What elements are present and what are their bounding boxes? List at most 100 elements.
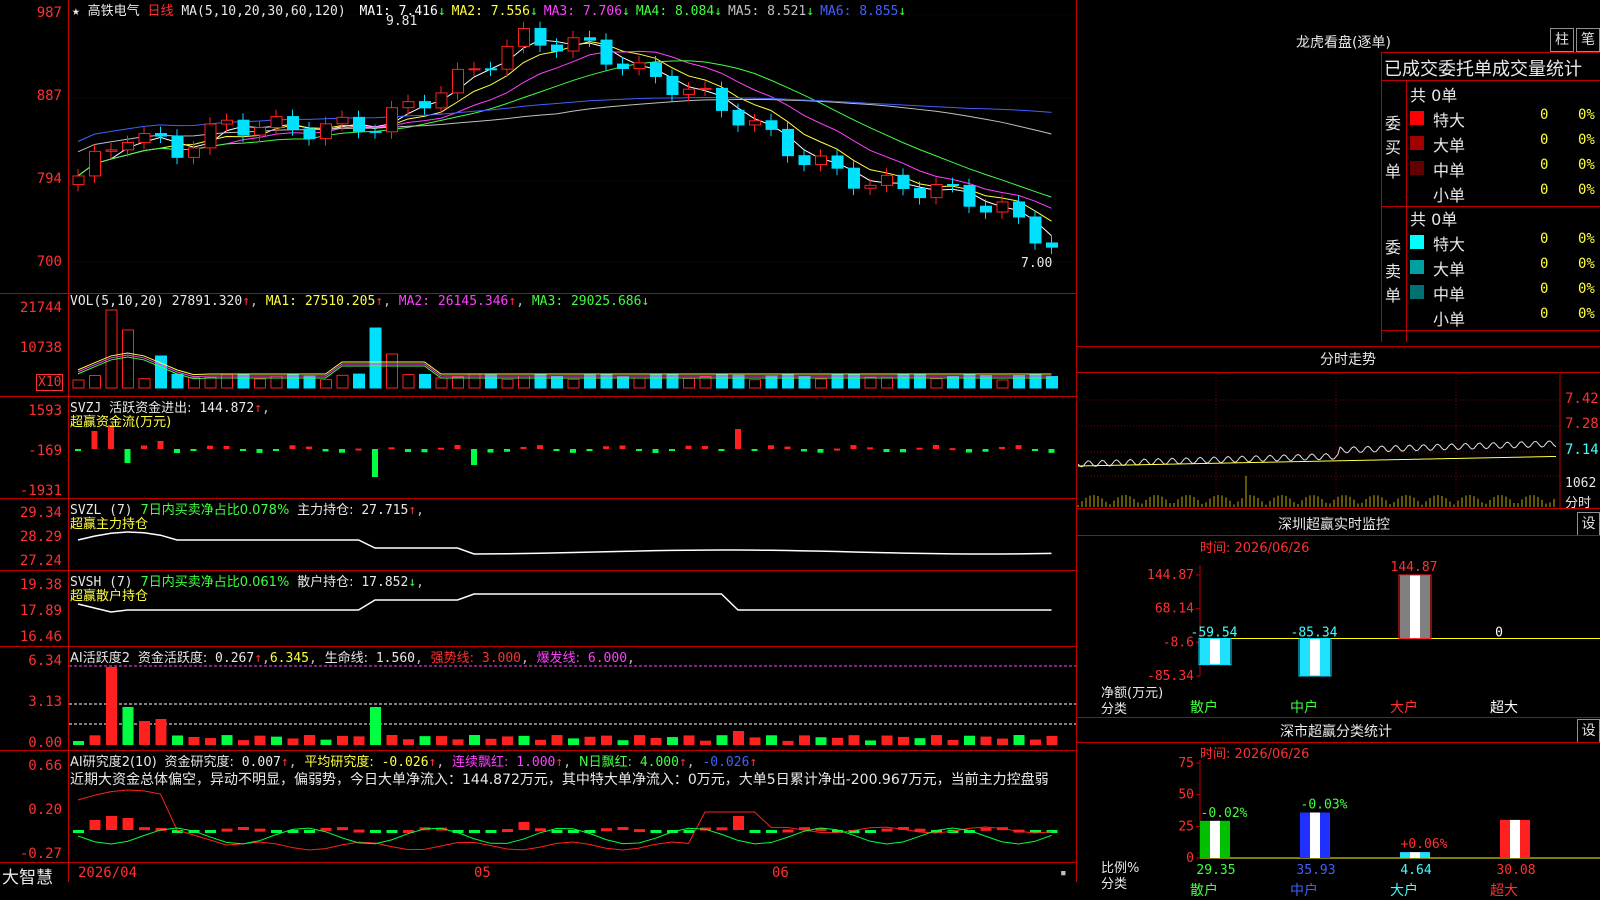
candle[interactable] [831, 149, 844, 176]
candle[interactable] [501, 39, 514, 77]
candle[interactable] [303, 121, 316, 146]
svzj-bar [553, 449, 560, 451]
bar-mode-button[interactable]: 柱 [1550, 28, 1574, 52]
candle[interactable] [650, 55, 662, 84]
candle[interactable] [204, 117, 217, 155]
vol-ma2-label: MA2: [398, 294, 431, 309]
date-label-0: 2026/04 [78, 865, 138, 881]
ma6-arrow-icon: ↓ [898, 4, 907, 19]
candle[interactable] [534, 21, 547, 53]
svzj-bar [438, 447, 444, 450]
ai2-bar [205, 830, 216, 833]
candle[interactable] [237, 113, 250, 142]
volume-bar [369, 327, 382, 389]
svzj-bar [817, 449, 824, 453]
ai1-bar [931, 735, 942, 745]
classify-category-label: 散户 [1190, 882, 1218, 899]
ai1-bar [914, 738, 926, 745]
candle[interactable] [848, 161, 860, 196]
candle[interactable] [1029, 210, 1042, 250]
monitor-bar[interactable] [1298, 638, 1332, 677]
candle[interactable] [930, 177, 943, 205]
monitor-bar[interactable] [1198, 638, 1232, 666]
lock-icon[interactable]: ▪ [1060, 866, 1067, 879]
ai1-bar [650, 737, 662, 745]
ai2-bar [683, 830, 695, 833]
candle[interactable] [155, 126, 167, 144]
volume-bar [996, 379, 1009, 389]
ai2-bar [139, 827, 150, 831]
candle[interactable] [468, 61, 481, 77]
svzj-bar [372, 449, 378, 477]
candle[interactable] [1046, 236, 1058, 255]
favorite-star-icon[interactable]: ★ [72, 4, 80, 19]
classify-bar[interactable] [1400, 852, 1430, 858]
ai1-bar [584, 736, 596, 745]
sell-row-pct: 0% [1578, 231, 1595, 247]
candle[interactable] [518, 21, 530, 54]
classify-bar[interactable] [1300, 812, 1330, 858]
classify-bar[interactable] [1200, 820, 1230, 858]
candle[interactable] [435, 86, 448, 115]
candle[interactable] [897, 168, 910, 196]
ai1-tick-2: 0.00 [28, 735, 62, 751]
candle[interactable] [666, 69, 679, 102]
monitor-settings-button[interactable]: 设 [1577, 512, 1600, 536]
ai1-bar [551, 735, 563, 745]
candle[interactable] [386, 100, 398, 139]
monitor-bar[interactable] [1398, 574, 1432, 640]
svzj-bar [850, 445, 857, 449]
svzj-bar [141, 445, 147, 449]
classify-bar[interactable] [1500, 819, 1530, 858]
volume-bar [237, 374, 250, 389]
ai2-bar [749, 830, 761, 833]
candle[interactable] [633, 55, 646, 76]
svzj-bar [1048, 449, 1055, 453]
ai1-bar [898, 736, 909, 745]
ai1-bar [683, 735, 695, 745]
candle[interactable] [485, 61, 497, 77]
svzj-bar [1032, 449, 1038, 451]
candle[interactable] [815, 149, 827, 172]
candle[interactable] [716, 81, 728, 118]
candle[interactable] [765, 113, 778, 137]
candle[interactable] [254, 120, 266, 142]
candle[interactable] [782, 122, 794, 163]
candle[interactable] [353, 110, 365, 139]
candle[interactable] [320, 116, 332, 146]
candle[interactable] [138, 126, 151, 150]
ai2-tick-0: 0.66 [28, 758, 62, 774]
volume-bar [485, 374, 497, 389]
vol-title: VOL(5,10,20) [70, 294, 164, 309]
sell-row-pct: 0% [1578, 306, 1595, 322]
volume-bar [633, 377, 646, 389]
candle[interactable] [452, 62, 464, 100]
candle[interactable] [963, 178, 976, 214]
vol-ma1-arrow-icon: ↑ [375, 294, 384, 309]
buy-row-pct: 0% [1578, 107, 1595, 123]
candle[interactable] [699, 81, 712, 97]
classify-settings-button[interactable]: 设 [1577, 719, 1600, 743]
ai1-bar [238, 740, 249, 745]
ai2-bar [221, 828, 233, 832]
ai1-bar [568, 738, 579, 745]
candle[interactable] [600, 33, 613, 71]
tick-mode-button[interactable]: 笔 [1576, 28, 1600, 52]
ai1-bar [419, 736, 431, 745]
buy-row-count: 0 [1540, 157, 1549, 173]
monitor-header-line [1076, 535, 1600, 536]
candle[interactable] [1013, 195, 1025, 224]
sell-row-count: 0 [1540, 281, 1549, 297]
candle[interactable] [221, 113, 233, 131]
period-label[interactable]: 日线 [148, 4, 174, 19]
candle[interactable] [567, 30, 580, 58]
candle[interactable] [89, 144, 101, 183]
monitor-title: 深圳超赢实时监控 [1278, 517, 1390, 533]
candle[interactable] [171, 129, 184, 165]
candle[interactable] [287, 109, 299, 136]
sell-row-count: 0 [1540, 306, 1549, 322]
volume-bar [402, 374, 415, 389]
vol-unit-badge[interactable]: X10 [36, 374, 64, 391]
candle[interactable] [732, 103, 745, 132]
volume-bar [72, 379, 85, 389]
